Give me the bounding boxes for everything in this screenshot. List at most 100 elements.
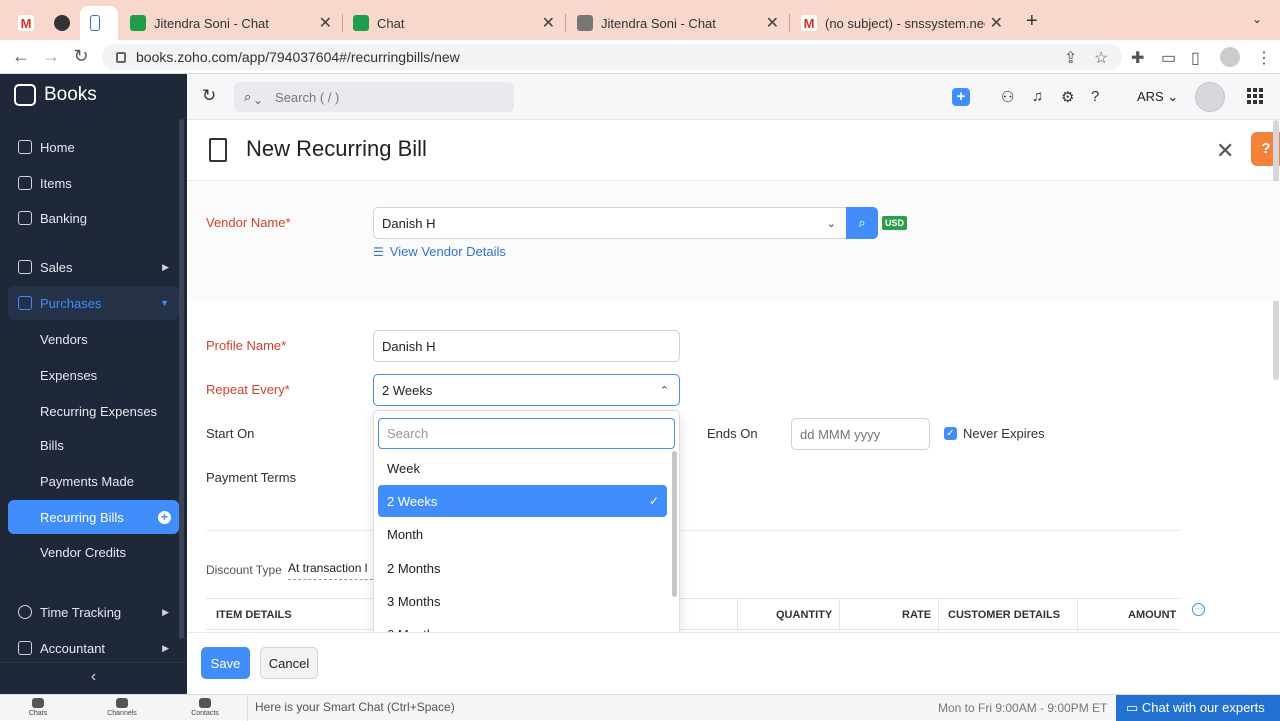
sidebar-item-label: Vendor Credits [40, 544, 126, 560]
star-icon[interactable]: ☆ [1094, 48, 1108, 68]
ends-on-date-input[interactable]: dd MMM yyyy [791, 418, 930, 450]
vendor-select[interactable]: Danish H ⌄ [373, 207, 847, 239]
option-3-months[interactable]: 3 Months [378, 585, 667, 617]
tab-zoho-books[interactable] [80, 6, 118, 40]
option-label: 3 Months [387, 593, 441, 609]
sidebar-item-accountant[interactable]: Accountant ▶ [8, 631, 179, 665]
back-icon[interactable]: ← [10, 46, 32, 67]
help-icon[interactable]: ? [1091, 88, 1099, 105]
view-vendor-details-link[interactable]: ☰ View Vendor Details [373, 244, 506, 259]
more-options-icon[interactable]: ··· [1192, 603, 1205, 616]
sidebar: Books Home Items Banking Sales ▶ Purchase… [0, 74, 187, 694]
close-icon[interactable]: ✕ [990, 13, 1003, 33]
support-hours: Mon to Fri 9:00AM - 9:00PM ET [938, 701, 1108, 715]
close-icon[interactable]: ✕ [766, 13, 779, 33]
close-icon[interactable]: ✕ [1216, 138, 1234, 164]
discount-type-select[interactable]: At transaction l [288, 561, 383, 580]
gear-icon[interactable]: ⚙ [1061, 88, 1074, 106]
option-2-months[interactable]: 2 Months [378, 552, 667, 584]
avatar[interactable] [1195, 82, 1225, 112]
sidebar-item-payments-made[interactable]: Payments Made [8, 464, 179, 498]
sidebar-item-sales[interactable]: Sales ▶ [8, 250, 179, 284]
extensions-icon[interactable]: ✚ [1131, 48, 1144, 68]
sidebar-item-expenses[interactable]: Expenses [8, 358, 179, 392]
cancel-button[interactable]: Cancel [260, 647, 318, 679]
view-vendor-label: View Vendor Details [389, 244, 506, 259]
sidebar-item-banking[interactable]: Banking [8, 201, 179, 235]
forward-icon[interactable]: → [40, 46, 62, 67]
sidebar-item-home[interactable]: Home [8, 130, 179, 164]
channels-icon [116, 698, 128, 708]
search-icon: ⌕ ⌄ [244, 89, 262, 104]
col-amount: AMOUNT [1128, 609, 1177, 621]
sidebar-item-recurring-expenses[interactable]: Recurring Expenses [8, 394, 179, 428]
chats-button[interactable]: Chats [8, 698, 68, 717]
collapse-sidebar-icon[interactable]: ‹ [0, 662, 187, 690]
sidebar-item-vendor-credits[interactable]: Vendor Credits [8, 535, 179, 569]
sidebar-item-label: Expenses [40, 367, 98, 383]
repeat-every-select[interactable]: 2 Weeks ⌃ [373, 374, 680, 406]
refresh-icon[interactable]: ↻ [202, 86, 216, 106]
sidebar-item-label: Recurring Bills [40, 509, 124, 525]
option-month[interactable]: Month [378, 518, 667, 550]
sidebar-item-label: Sales [40, 259, 73, 275]
sidebar-item-label: Vendors [40, 331, 88, 347]
caret-right-icon: ▶ [162, 642, 169, 653]
vendor-search-button[interactable]: ⌕ [846, 207, 878, 239]
search-input[interactable]: ⌕ ⌄ Search ( / ) [234, 82, 514, 112]
dropdown-scrollbar[interactable] [672, 451, 677, 597]
profile-avatar[interactable] [1220, 47, 1240, 67]
tab-label: Jitendra Soni - Chat [601, 15, 716, 31]
search-icon: ⌕ [858, 215, 866, 230]
dropdown-search-input[interactable]: Search [378, 418, 675, 449]
sidebar-item-purchases[interactable]: Purchases ▼ [8, 286, 179, 320]
bottom-item-label: Chats [28, 710, 48, 717]
never-expires-checkbox[interactable]: ✓ [944, 427, 957, 440]
quick-create-button[interactable]: + [952, 88, 970, 106]
reload-icon[interactable]: ↻ [70, 46, 92, 67]
address-bar[interactable]: books.zoho.com/app/794037604#/recurringb… [102, 44, 1122, 70]
option-2-weeks[interactable]: 2 Weeks ✓ [378, 485, 667, 517]
zoho-books-icon [90, 15, 100, 31]
organization-switcher[interactable]: ARS ⌄ [1137, 89, 1178, 105]
chevron-down-icon[interactable]: ⌄ [1252, 12, 1262, 26]
chat-with-experts-button[interactable]: ▭ Chat with our experts [1116, 695, 1280, 721]
sidebar-item-label: Payments Made [40, 473, 134, 489]
channels-button[interactable]: Channels [92, 698, 152, 717]
share-icon[interactable]: ⇪ [1064, 48, 1077, 68]
bag-icon [18, 296, 32, 310]
close-icon[interactable]: ✕ [542, 13, 555, 33]
chat-bubble-icon [32, 698, 44, 708]
contacts-button[interactable]: Contacts [175, 698, 235, 717]
new-tab-icon[interactable]: + [1026, 10, 1038, 33]
apps-grid-icon[interactable] [1247, 88, 1263, 104]
users-icon[interactable]: ⚇ [1001, 88, 1014, 106]
books-logo-icon [14, 84, 36, 106]
sidebar-item-recurring-bills[interactable]: Recurring Bills + [8, 500, 179, 534]
close-icon[interactable]: ✕ [319, 13, 332, 33]
option-week[interactable]: Week [378, 452, 667, 484]
sidebar-scrollbar[interactable] [179, 119, 184, 639]
tab-chat-1[interactable]: Jitendra Soni - Chat ✕ [120, 6, 342, 40]
sidebar-item-bills[interactable]: Bills [8, 428, 179, 462]
brand[interactable]: Books [14, 84, 97, 106]
profile-name-input[interactable]: Danish H [373, 330, 680, 362]
sidepanel-icon[interactable]: ▯ [1191, 48, 1200, 68]
chat-experts-label: Chat with our experts [1141, 700, 1265, 715]
tab-gmail-2[interactable]: M (no subject) - snssystem.neelu ✕ [791, 6, 1013, 40]
sidebar-item-items[interactable]: Items [8, 166, 179, 200]
tab-label: Chat [377, 15, 405, 31]
cast-icon[interactable]: ▭ [1161, 48, 1176, 68]
sidebar-item-time-tracking[interactable]: Time Tracking ▶ [8, 595, 179, 629]
sidebar-item-vendors[interactable]: Vendors [8, 322, 179, 356]
tab-chat-2[interactable]: Chat ✕ [343, 6, 565, 40]
col-rate: RATE [902, 609, 932, 621]
tab-label: Jitendra Soni - Chat [154, 15, 269, 31]
bell-icon[interactable]: ♫ [1032, 88, 1043, 105]
items-icon [18, 176, 32, 190]
smart-chat-input[interactable]: Here is your Smart Chat (Ctrl+Space) [247, 695, 455, 721]
menu-dots-icon[interactable]: ⋮ [1256, 48, 1272, 68]
add-icon[interactable]: + [158, 510, 171, 524]
tab-chat-3[interactable]: Jitendra Soni - Chat ✕ [567, 6, 789, 40]
save-button[interactable]: Save [201, 647, 250, 679]
